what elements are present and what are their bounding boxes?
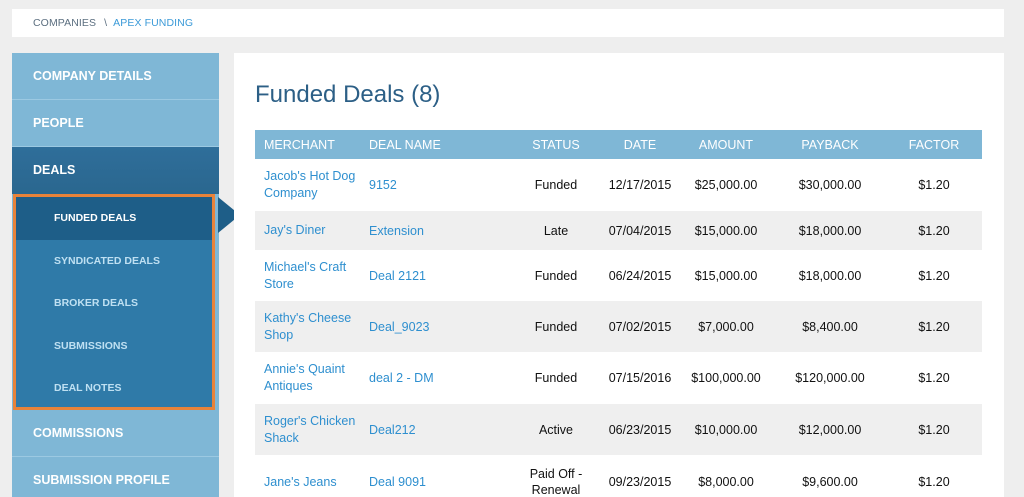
factor-cell: $1.20 [918, 371, 950, 385]
payback-cell: $120,000.00 [795, 371, 865, 385]
factor-cell: $1.20 [918, 422, 950, 437]
table-row: Annie's Quaint Antiques deal 2 - DM Funde… [255, 352, 982, 404]
payback-cell: $18,000.00 [798, 268, 862, 283]
factor-cell: $1.20 [918, 178, 950, 192]
deal-name-link[interactable]: deal 2 - DM [360, 352, 510, 404]
amount-cell: $25,000.00 [694, 178, 758, 192]
deal-name-link[interactable]: Deal_9023 [360, 301, 510, 352]
column-header-amount[interactable]: AMOUNT [678, 130, 774, 159]
table-row: Kathy's Cheese Shop Deal_9023 Funded 07/0… [255, 301, 982, 352]
column-header-date[interactable]: DATE [602, 130, 678, 159]
deals-submenu: FUNDED DEALS SYNDICATED DEALS BROKER DEA… [13, 194, 215, 410]
factor-cell: $1.20 [918, 268, 950, 283]
merchant-link[interactable]: Annie's Quaint Antiques [255, 352, 360, 404]
breadcrumb-separator: \ [104, 17, 108, 29]
submenu-item-deal-notes[interactable]: DEAL NOTES [16, 367, 212, 410]
amount-cell: $15,000.00 [694, 268, 758, 283]
funded-deals-table: MERCHANT DEAL NAME STATUS DATE AMOUNT PA… [255, 130, 982, 497]
sidebar-item-deals[interactable]: DEALS [12, 147, 219, 194]
table-row: Jane's Jeans Deal 9091 Paid Off - Renewal… [255, 455, 982, 497]
date-cell: 07/15/2016 [608, 371, 672, 385]
deal-name-link[interactable]: Extension [360, 211, 510, 250]
payback-cell: $18,000.00 [798, 223, 862, 238]
amount-cell: $7,000.00 [698, 319, 754, 334]
sidebar-item-company-details[interactable]: COMPANY DETAILS [12, 53, 219, 100]
column-header-merchant[interactable]: MERCHANT [255, 130, 360, 159]
factor-cell: $1.20 [918, 319, 950, 334]
status-cell: Funded [534, 178, 578, 192]
column-header-payback[interactable]: PAYBACK [774, 130, 886, 159]
table-row: Jay's Diner Extension Late 07/04/2015 $1… [255, 211, 982, 250]
merchant-link[interactable]: Jane's Jeans [255, 455, 360, 497]
status-cell: Active [538, 422, 574, 437]
sidebar-item-submission-profile[interactable]: SUBMISSION PROFILE [12, 457, 219, 497]
submenu-item-syndicated-deals[interactable]: SYNDICATED DEALS [16, 240, 212, 283]
sidebar: COMPANY DETAILS PEOPLE DEALS FUNDED DEAL… [12, 53, 219, 497]
column-header-deal-name[interactable]: DEAL NAME [360, 130, 510, 159]
amount-cell: $8,000.00 [698, 475, 754, 489]
date-cell: 07/04/2015 [608, 223, 672, 238]
table-row: Jacob's Hot Dog Company 9152 Funded 12/17… [255, 159, 982, 211]
sidebar-item-people[interactable]: PEOPLE [12, 100, 219, 147]
deal-name-link[interactable]: Deal 2121 [360, 250, 510, 301]
main-panel: Funded Deals (8) MERCHANT DEAL NAME STAT… [234, 53, 1004, 497]
page-title: Funded Deals (8) [255, 81, 441, 108]
table-row: Michael's Craft Store Deal 2121 Funded 06… [255, 250, 982, 301]
date-cell: 12/17/2015 [608, 178, 672, 192]
deal-name-link[interactable]: Deal212 [360, 404, 510, 455]
merchant-link[interactable]: Roger's Chicken Shack [255, 404, 360, 455]
status-cell: Funded [534, 268, 578, 283]
table-row: Roger's Chicken Shack Deal212 Active 06/2… [255, 404, 982, 455]
submenu-item-broker-deals[interactable]: BROKER DEALS [16, 282, 212, 325]
factor-cell: $1.20 [918, 223, 950, 238]
amount-cell: $15,000.00 [694, 223, 758, 238]
payback-cell: $8,400.00 [802, 319, 858, 334]
status-cell: Funded [534, 371, 578, 385]
deal-name-link[interactable]: 9152 [360, 159, 510, 211]
status-cell: Funded [534, 319, 578, 334]
date-cell: 06/24/2015 [608, 268, 672, 283]
date-cell: 06/23/2015 [608, 422, 672, 437]
amount-cell: $100,000.00 [691, 371, 761, 385]
breadcrumb-companies-link[interactable]: COMPANIES [33, 17, 96, 29]
merchant-link[interactable]: Michael's Craft Store [255, 250, 360, 301]
amount-cell: $10,000.00 [694, 422, 758, 437]
payback-cell: $12,000.00 [798, 422, 862, 437]
column-header-status[interactable]: STATUS [510, 130, 602, 159]
status-cell: Paid Off - Renewal [529, 467, 583, 497]
factor-cell: $1.20 [918, 475, 950, 489]
breadcrumb: COMPANIES \ APEX FUNDING [12, 9, 1004, 37]
payback-cell: $9,600.00 [802, 475, 858, 489]
merchant-link[interactable]: Jay's Diner [255, 211, 360, 250]
payback-cell: $30,000.00 [798, 178, 862, 192]
date-cell: 07/02/2015 [608, 319, 672, 334]
status-cell: Late [543, 223, 569, 238]
merchant-link[interactable]: Kathy's Cheese Shop [255, 301, 360, 352]
deal-name-link[interactable]: Deal 9091 [360, 455, 510, 497]
sidebar-item-commissions[interactable]: COMMISSIONS [12, 410, 219, 457]
submenu-item-funded-deals[interactable]: FUNDED DEALS [16, 197, 212, 240]
submenu-item-submissions[interactable]: SUBMISSIONS [16, 325, 212, 368]
column-header-factor[interactable]: FACTOR [886, 130, 982, 159]
breadcrumb-current-company[interactable]: APEX FUNDING [113, 17, 193, 29]
merchant-link[interactable]: Jacob's Hot Dog Company [255, 159, 360, 211]
date-cell: 09/23/2015 [608, 475, 672, 489]
table-header-row: MERCHANT DEAL NAME STATUS DATE AMOUNT PA… [255, 130, 982, 159]
